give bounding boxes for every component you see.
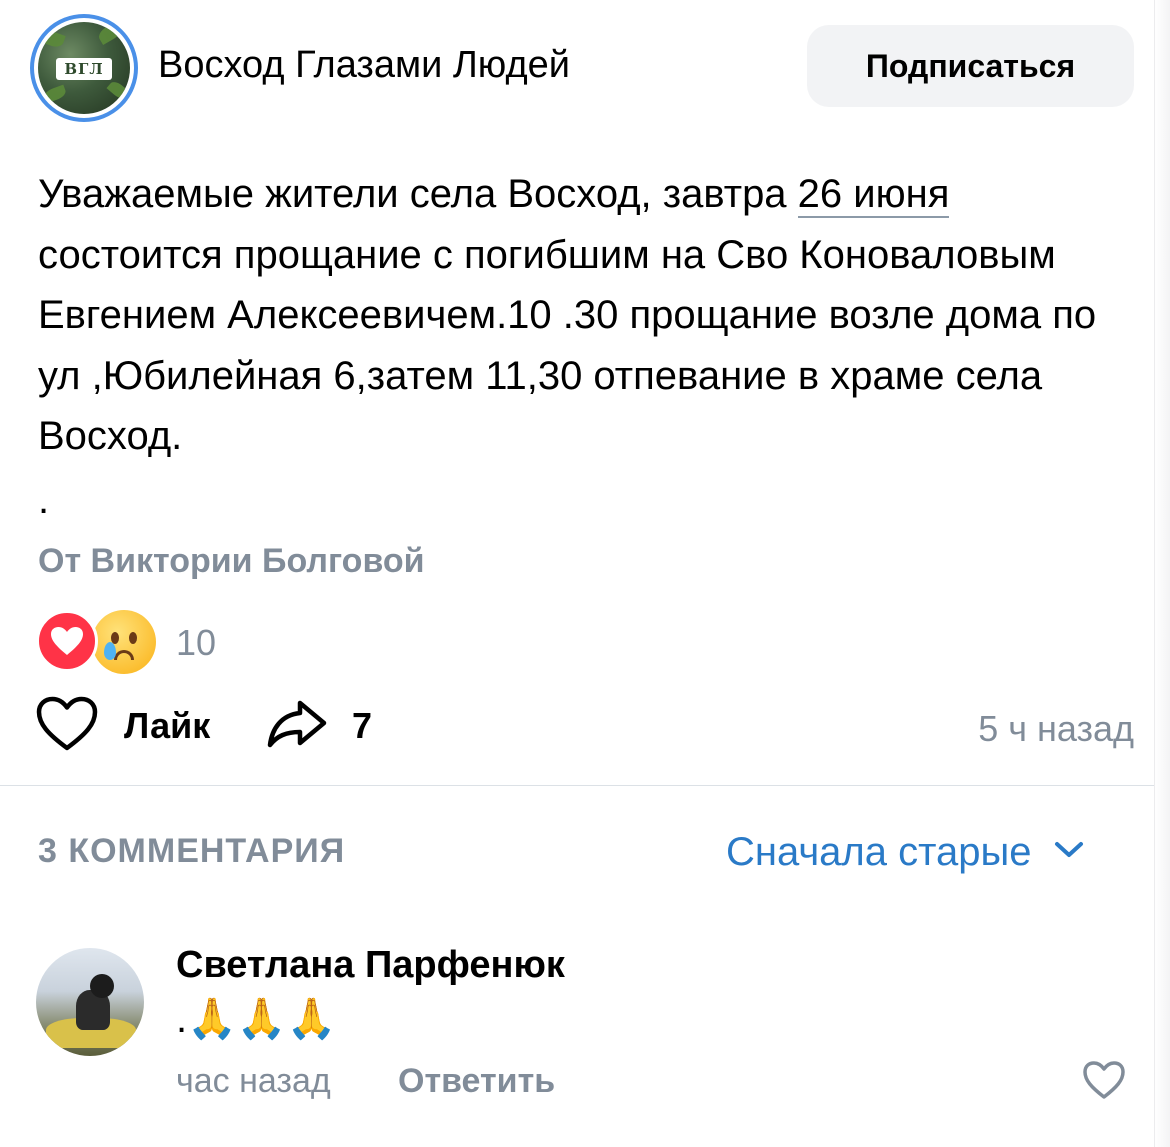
post-header: ВГЛ Восход Глазами Людей Подписаться — [0, 0, 1154, 140]
post-text-end: состоится прощание с погибшим на Сво Кон… — [38, 232, 1097, 459]
comment-author[interactable]: Светлана Парфенюк — [176, 944, 565, 987]
reply-button[interactable]: Ответить — [398, 1062, 555, 1101]
post-text-start: Уважаемые жители села Восход, завтра — [38, 172, 798, 216]
crying-face-icon — [92, 610, 156, 674]
comment-like-button[interactable] — [1082, 1060, 1126, 1105]
group-name[interactable]: Восход Глазами Людей — [158, 44, 570, 87]
share-arrow-icon — [266, 699, 328, 754]
avatar[interactable] — [36, 948, 144, 1056]
post-trailing-dot: . — [38, 478, 50, 522]
heart-icon — [36, 610, 98, 672]
divider — [0, 785, 1154, 786]
sort-label: Сначала старые — [726, 829, 1032, 874]
comment-time: час назад — [176, 1062, 331, 1100]
share-count: 7 — [352, 705, 373, 746]
share-button[interactable]: 7 — [266, 696, 372, 756]
reactions-count: 10 — [176, 622, 217, 663]
post-author-signature[interactable]: От Виктории Болговой — [38, 542, 425, 581]
heart-outline-icon — [1082, 1061, 1126, 1104]
subscribe-button[interactable]: Подписаться — [807, 25, 1134, 107]
group-logo: ВГЛ — [56, 58, 112, 80]
post-text: Уважаемые жители села Восход, завтра 26 … — [38, 164, 1128, 467]
group-avatar[interactable]: ВГЛ — [30, 14, 138, 122]
like-label: Лайк — [124, 705, 211, 746]
comment-text: .🙏🙏🙏 — [176, 997, 337, 1041]
post-time[interactable]: 5 ч назад — [978, 708, 1134, 750]
scrollbar[interactable] — [1154, 0, 1170, 1147]
post-actions: Лайк 7 5 ч назад — [0, 690, 1154, 762]
date-link[interactable]: 26 июня — [797, 172, 950, 218]
heart-outline-icon — [36, 696, 98, 757]
like-button[interactable]: Лайк — [36, 696, 210, 756]
comments-count: 3 КОММЕНТАРИЯ — [38, 832, 346, 870]
sort-dropdown[interactable]: Сначала старые — [726, 826, 1084, 878]
page: ВГЛ Восход Глазами Людей Подписаться Ува… — [0, 0, 1170, 1147]
chevron-down-icon — [1054, 841, 1084, 864]
group-avatar-image: ВГЛ — [38, 22, 130, 114]
